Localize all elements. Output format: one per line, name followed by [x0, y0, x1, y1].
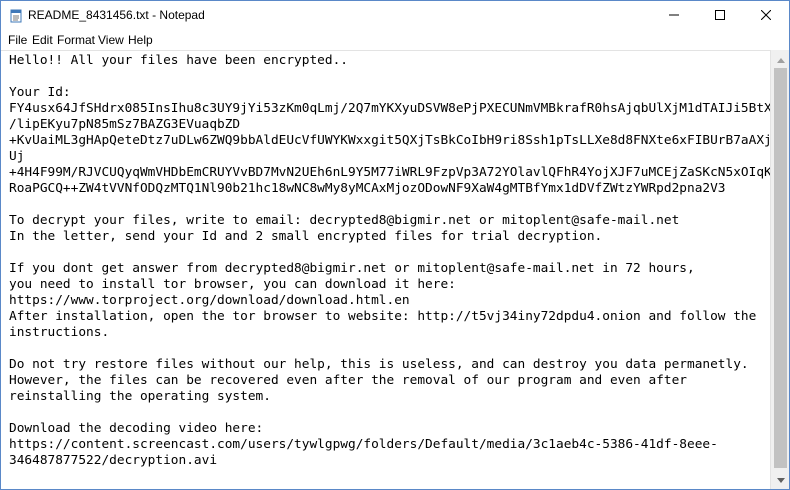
window-title: README_8431456.txt - Notepad	[28, 8, 205, 22]
maximize-icon	[715, 7, 725, 25]
menu-edit[interactable]: Edit	[32, 33, 53, 47]
text-line: After installation, open the tor browser…	[9, 309, 757, 324]
text-line: Your Id:	[9, 85, 71, 100]
vertical-scrollbar[interactable]	[770, 50, 789, 489]
maximize-button[interactable]	[697, 1, 743, 31]
text-line: If you dont get answer from decrypted8@b…	[9, 261, 695, 276]
text-line: +4H4F99M/RJVCUQyqWmVHDbEmCRUYVvBD7MvN2UE…	[9, 165, 770, 180]
text-line: FY4usx64JfSHdrx085InsIhu8c3UY9jYi53zKm0q…	[9, 101, 770, 116]
text-line: https://www.torproject.org/download/down…	[9, 293, 410, 308]
scroll-up-button[interactable]	[771, 50, 789, 68]
title-bar[interactable]: README_8431456.txt - Notepad	[1, 1, 789, 31]
text-line: However, the files can be recovered even…	[9, 373, 687, 388]
menu-bar: File Edit Format View Help	[1, 31, 789, 50]
menu-view[interactable]: View	[98, 33, 124, 47]
text-line: +KvUaiML3gHApQeteDtz7uDLw6ZWQ9bbAldEUcVf…	[9, 133, 770, 148]
text-line: Hello!! All your files have been encrypt…	[9, 53, 348, 68]
text-line: RoaPGCQ++ZW4tVVNfODQzMTQ1Nl90b21hc18wNC8…	[9, 181, 726, 196]
scroll-down-arrow-icon	[776, 470, 785, 488]
menu-help[interactable]: Help	[128, 33, 153, 47]
text-line: /lipEKyu7pN85mSz7BAZG3EVuaqbZD	[9, 117, 241, 132]
scroll-up-arrow-icon	[776, 50, 785, 68]
text-editor-area[interactable]: Hello!! All your files have been encrypt…	[1, 50, 770, 489]
text-line: To decrypt your files, write to email: d…	[9, 213, 680, 228]
text-line: In the letter, send your Id and 2 small …	[9, 229, 603, 244]
menu-file[interactable]: File	[8, 33, 27, 47]
menu-format[interactable]: Format	[57, 33, 95, 47]
text-line: 346487877522/decryption.avi	[9, 453, 218, 468]
scrollbar-thumb[interactable]	[774, 68, 787, 468]
minimize-icon	[669, 7, 679, 25]
notepad-window: README_8431456.txt - Notepad File Edit F…	[0, 0, 790, 490]
close-icon	[760, 7, 772, 25]
text-line: Download the decoding video here:	[9, 421, 264, 436]
scroll-down-button[interactable]	[771, 470, 789, 488]
text-line: Uj	[9, 149, 25, 164]
text-line: instructions.	[9, 325, 110, 340]
text-line: https://content.screencast.com/users/tyw…	[9, 437, 718, 452]
text-line: Do not try restore files without our hel…	[9, 357, 749, 372]
notepad-app-icon	[9, 9, 23, 23]
minimize-button[interactable]	[651, 1, 697, 31]
text-line: reinstalling the operating system.	[9, 389, 271, 404]
text-line: you need to install tor browser, you can…	[9, 277, 456, 292]
close-button[interactable]	[743, 1, 789, 31]
